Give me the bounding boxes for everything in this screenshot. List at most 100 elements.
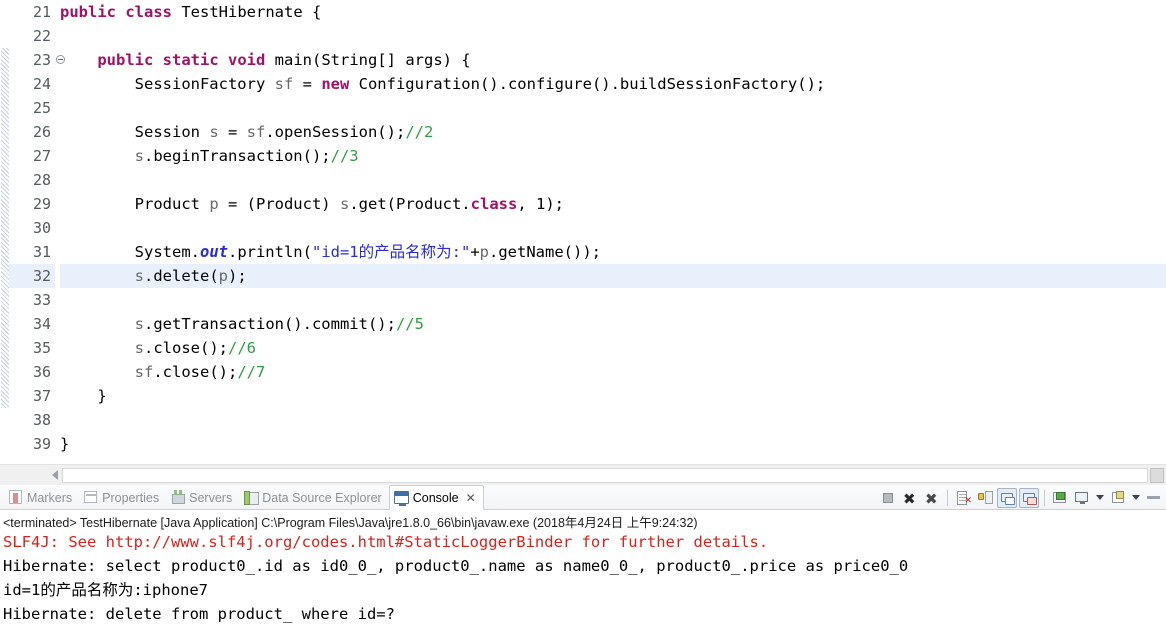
code-token: p: [209, 195, 219, 213]
line-number-ruler: 21 22 23 24 25 26 27 28 29 30 31 32 33 34 35 36 37 38 39: [9, 0, 55, 464]
tab-data-source-explorer[interactable]: Data Source Explorer: [239, 486, 389, 509]
code-token: .beginTransaction();: [144, 147, 331, 165]
line-number: 35: [32, 339, 51, 357]
editor-horizontal-scrollbar[interactable]: [0, 464, 1166, 485]
code-token: }: [60, 387, 107, 405]
code-token: Product: [60, 195, 210, 213]
code-token: s: [339, 195, 350, 213]
code-token: SessionFactory: [60, 75, 275, 93]
line-number: 37: [32, 387, 51, 405]
tab-label: Console: [412, 490, 459, 505]
code-line[interactable]: s.delete(p);: [60, 264, 1166, 288]
code-line[interactable]: }: [60, 432, 1166, 456]
code-token: void: [228, 51, 266, 69]
code-token: s: [134, 267, 144, 285]
console-output[interactable]: SLF4J: See http://www.slf4j.org/codes.ht…: [0, 530, 1166, 638]
markers-icon: [8, 490, 23, 505]
display-selected-console-menu[interactable]: [1096, 495, 1104, 500]
console-line: Hibernate: select product0_.id as id0_0_…: [3, 557, 909, 575]
stop-square-icon: [883, 492, 893, 503]
code-token: .println(: [227, 243, 312, 261]
open-console-button[interactable]: [1108, 488, 1128, 508]
tab-servers[interactable]: Servers: [166, 486, 239, 509]
code-token: );: [228, 267, 247, 285]
code-line[interactable]: [60, 24, 1166, 48]
code-line[interactable]: Product p = (Product) s.get(Product.clas…: [60, 192, 1166, 216]
line-number: 30: [32, 219, 51, 237]
remove-all-terminated-button[interactable]: ✖: [922, 488, 942, 508]
code-token: "id=1的产品名称为:": [311, 243, 471, 261]
code-token: //7: [237, 363, 266, 381]
code-token: }: [60, 435, 70, 453]
remove-launch-button[interactable]: ✖: [900, 488, 920, 508]
editor-body[interactable]: 21 22 23 24 25 26 27 28 29 30 31 32 33 34 35 36 37 38 39 p…: [0, 0, 1166, 464]
display-selected-console-button[interactable]: [1072, 488, 1092, 508]
code-line[interactable]: [60, 168, 1166, 192]
tab-markers[interactable]: Markers: [4, 486, 79, 509]
line-number: 29: [32, 195, 51, 213]
terminate-button[interactable]: [878, 488, 898, 508]
code-line[interactable]: [60, 96, 1166, 120]
console-view-panel: Markers Properties Servers Data Source Expl…: [0, 485, 1166, 638]
code-token: TestHibernate {: [172, 3, 322, 21]
clear-console-button[interactable]: ✕: [953, 488, 973, 508]
source-code-area[interactable]: public class TestHibernate { public stat…: [60, 0, 1166, 464]
line-number: 36: [32, 363, 51, 381]
list-icon: [985, 490, 993, 504]
code-line[interactable]: [60, 216, 1166, 240]
close-icon[interactable]: ✕: [466, 491, 476, 505]
code-line[interactable]: s.getTransaction().commit();//5: [60, 312, 1166, 336]
console-toolbar[interactable]: ✖ ✖ ✕: [878, 487, 1164, 508]
code-line[interactable]: SessionFactory sf = new Configuration().…: [60, 72, 1166, 96]
show-console-on-output-button[interactable]: [997, 487, 1017, 508]
annotation-ruler[interactable]: [0, 0, 9, 464]
scroll-lock-button[interactable]: [975, 488, 995, 508]
code-token: .openSession();: [265, 123, 406, 141]
line-number: 33: [32, 291, 51, 309]
speech-bubble-error-icon: [1027, 496, 1037, 505]
launch-terminated-label: <terminated> TestHibernate [Java Applica…: [0, 510, 1166, 530]
code-token: .getName());: [489, 243, 601, 261]
scroll-right-button[interactable]: [1150, 468, 1164, 483]
scroll-left-arrow-icon[interactable]: [52, 470, 58, 480]
servers-icon: [170, 490, 185, 505]
code-line[interactable]: s.close();//6: [60, 336, 1166, 360]
code-token: .get(Product.: [349, 195, 471, 213]
code-token: p: [479, 243, 489, 261]
line-number: 24: [32, 75, 51, 93]
tab-properties[interactable]: Properties: [79, 486, 166, 509]
code-line[interactable]: public static void main(String[] args) {: [60, 48, 1166, 72]
code-line[interactable]: public class TestHibernate {: [60, 0, 1166, 24]
code-token: s: [134, 147, 144, 165]
code-token: out: [199, 243, 228, 261]
code-line[interactable]: [60, 288, 1166, 312]
code-token: s: [134, 315, 144, 333]
code-line[interactable]: Session s = sf.openSession();//2: [60, 120, 1166, 144]
console-line: SLF4J: See http://www.slf4j.org/codes.ht…: [3, 533, 769, 551]
code-token: //3: [330, 147, 359, 165]
java-editor[interactable]: 21 22 23 24 25 26 27 28 29 30 31 32 33 34 35 36 37 38 39 p…: [0, 0, 1166, 485]
line-number: 31: [32, 243, 51, 261]
code-line[interactable]: }: [60, 384, 1166, 408]
show-console-on-error-button[interactable]: [1019, 487, 1039, 508]
code-token: main(String[] args) {: [265, 51, 471, 69]
code-token: =: [293, 75, 322, 93]
open-console-menu[interactable]: [1132, 495, 1140, 500]
tab-console[interactable]: Console ✕: [388, 485, 484, 510]
code-line[interactable]: sf.close();//7: [60, 360, 1166, 384]
pin-console-button[interactable]: [1050, 488, 1070, 508]
code-line[interactable]: s.beginTransaction();//3: [60, 144, 1166, 168]
code-token: sf: [246, 123, 266, 141]
view-tabs[interactable]: Markers Properties Servers Data Source Expl…: [4, 485, 484, 510]
code-token: .close();: [153, 363, 238, 381]
code-line[interactable]: System.out.println("id=1的产品名称为:"+p.getNa…: [60, 240, 1166, 264]
minimize-button[interactable]: [1144, 488, 1164, 508]
scrollbar-thumb[interactable]: [62, 468, 1148, 483]
code-line[interactable]: [60, 408, 1166, 432]
